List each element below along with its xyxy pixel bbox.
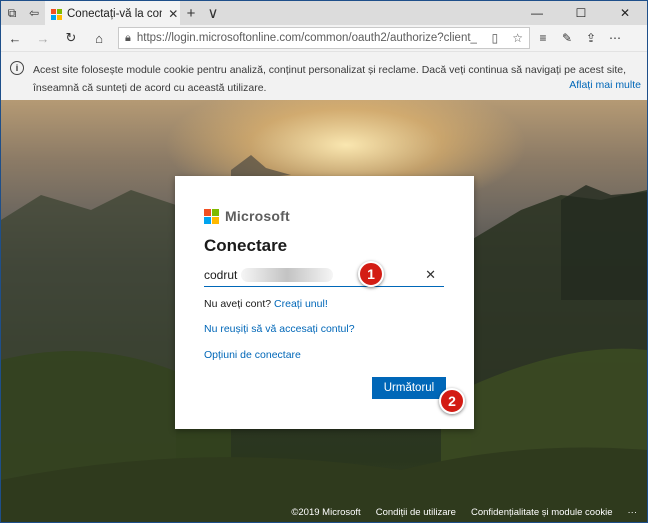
no-account-line: Nu aveți cont? Creați unul! xyxy=(204,298,328,310)
close-icon[interactable]: ✕ xyxy=(167,7,181,21)
learn-more-link[interactable]: Aflați mai multe xyxy=(569,79,641,91)
email-field[interactable]: codrut ✕ xyxy=(204,263,444,287)
microsoft-logo-icon xyxy=(51,8,62,20)
signin-dialog: Microsoft Conectare codrut ✕ Nu aveți co… xyxy=(175,176,474,429)
redacted-text xyxy=(241,267,334,282)
address-bar[interactable]: 🔒︎ https://login.microsoftonline.com/com… xyxy=(118,27,530,49)
step-badge-2: 2 xyxy=(439,388,465,414)
signin-options-link[interactable]: Opțiuni de conectare xyxy=(204,349,301,361)
clear-icon[interactable]: ✕ xyxy=(425,267,436,283)
brand-name: Microsoft xyxy=(225,208,290,224)
info-icon: i xyxy=(10,61,24,75)
pen-icon[interactable]: ✎ xyxy=(560,31,574,45)
brand: Microsoft xyxy=(204,208,290,224)
url-text: https://login.microsoftonline.com/common… xyxy=(136,32,477,44)
chevron-down-icon[interactable]: ∨ xyxy=(202,1,224,25)
background-image: Microsoft Conectare codrut ✕ Nu aveți co… xyxy=(1,100,647,522)
share-icon[interactable]: ⇪ xyxy=(584,31,598,45)
terms-link[interactable]: Condiții de utilizare xyxy=(376,507,456,518)
maximize-icon[interactable]: ☐ xyxy=(559,1,603,25)
more-icon[interactable]: ··· xyxy=(628,507,638,518)
lock-icon: 🔒︎ xyxy=(125,31,131,44)
next-button[interactable]: Următorul xyxy=(372,377,446,399)
tab-bar: ⧉ ⇦ Conectați-vă la contul d ✕ + ∨ — ☐ ✕ xyxy=(1,1,647,25)
reading-view-icon[interactable]: ▯ xyxy=(492,31,499,45)
favorites-hub-icon[interactable]: ≡ xyxy=(536,31,550,45)
copyright: ©2019 Microsoft xyxy=(291,507,361,518)
favorite-star-icon[interactable]: ☆ xyxy=(512,31,523,45)
refresh-icon[interactable]: ↻ xyxy=(57,25,85,51)
cant-access-link[interactable]: Nu reușiți să vă accesați contul? xyxy=(204,323,355,335)
navigation-bar: ← → ↻ ⌂ 🔒︎ https://login.microsoftonline… xyxy=(1,25,647,51)
forward-icon[interactable]: → xyxy=(29,25,57,51)
close-icon[interactable]: ✕ xyxy=(603,1,647,25)
cookie-text: Acest site folosește module cookie pentr… xyxy=(33,64,626,94)
tab-actions-icon[interactable]: ⧉ xyxy=(1,1,23,25)
page-title: Conectare xyxy=(204,236,288,255)
browser-tab[interactable]: Conectați-vă la contul d ✕ xyxy=(45,1,180,25)
browser-window: ⧉ ⇦ Conectați-vă la contul d ✕ + ∨ — ☐ ✕… xyxy=(0,0,648,523)
create-account-link[interactable]: Creați unul! xyxy=(274,298,328,310)
cookie-notice: i Acest site folosește module cookie pen… xyxy=(1,51,647,100)
email-value: codrut xyxy=(204,267,238,282)
toolbar: ≡ ✎ ⇪ ⋯ xyxy=(536,25,622,51)
window-controls: — ☐ ✕ xyxy=(515,1,647,25)
microsoft-logo-icon xyxy=(204,208,219,224)
minimize-icon[interactable]: — xyxy=(515,1,559,25)
footer: ©2019 Microsoft Condiții de utilizare Co… xyxy=(291,507,637,518)
home-icon[interactable]: ⌂ xyxy=(85,25,113,51)
tab-title: Conectați-vă la contul d xyxy=(67,8,162,20)
no-account-text: Nu aveți cont? xyxy=(204,298,272,310)
privacy-link[interactable]: Confidențialitate și module cookie xyxy=(471,507,613,518)
new-tab-icon[interactable]: + xyxy=(180,1,202,25)
step-badge-1: 1 xyxy=(358,261,384,287)
more-icon[interactable]: ⋯ xyxy=(608,31,622,45)
tabs-aside-icon[interactable]: ⇦ xyxy=(23,1,45,25)
back-icon[interactable]: ← xyxy=(1,25,29,51)
